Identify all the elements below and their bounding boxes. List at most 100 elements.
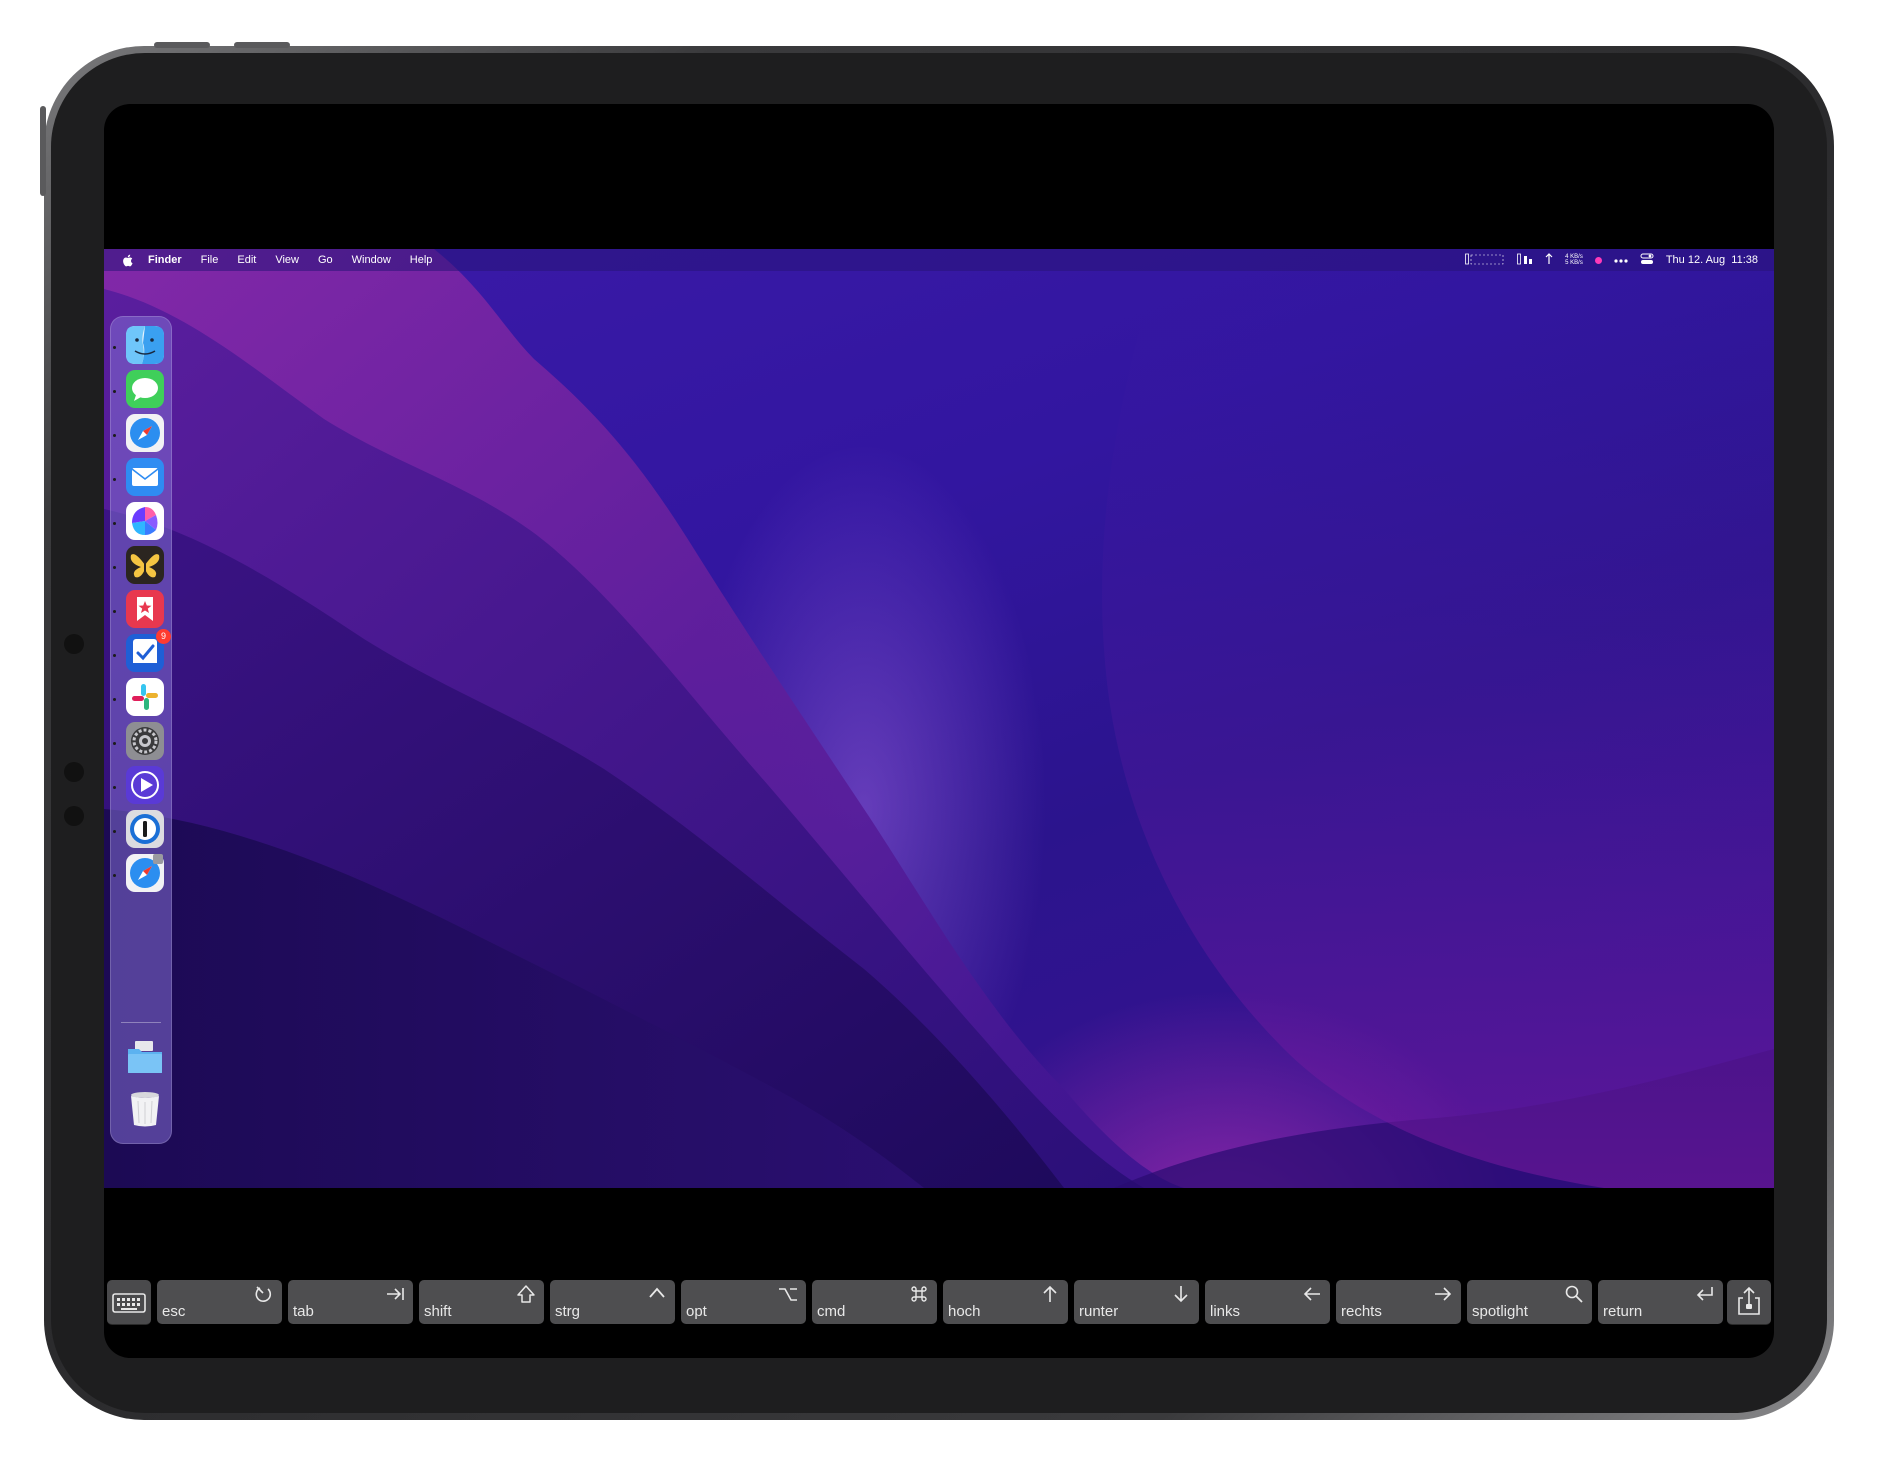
dock-item-infuse[interactable] bbox=[125, 765, 165, 805]
dock-item-downloads[interactable] bbox=[125, 1037, 165, 1077]
dock-item-safari-preview[interactable] bbox=[125, 853, 165, 893]
return-icon bbox=[1695, 1284, 1715, 1304]
search-icon bbox=[1564, 1284, 1584, 1304]
menu-file[interactable]: File bbox=[201, 254, 219, 266]
key-rechts[interactable]: rechts bbox=[1336, 1280, 1461, 1324]
key-label: cmd bbox=[817, 1303, 846, 1320]
safari-preview-icon bbox=[126, 854, 164, 892]
dock-item-messages[interactable] bbox=[125, 369, 165, 409]
running-indicator bbox=[113, 346, 116, 349]
more-icon[interactable] bbox=[1614, 254, 1628, 266]
messages-icon bbox=[126, 370, 164, 408]
arrow-right-icon bbox=[1433, 1284, 1453, 1304]
settings-icon bbox=[126, 722, 164, 760]
key-runter[interactable]: runter bbox=[1074, 1280, 1199, 1324]
menu-window[interactable]: Window bbox=[352, 254, 391, 266]
control-icon bbox=[647, 1284, 667, 1304]
recording-indicator-icon bbox=[1594, 256, 1602, 264]
keyboard-icon bbox=[112, 1293, 146, 1313]
dock-item-safari[interactable] bbox=[125, 413, 165, 453]
running-indicator bbox=[113, 566, 116, 569]
key-label: return bbox=[1603, 1303, 1643, 1320]
dock-item-slack[interactable] bbox=[125, 677, 165, 717]
dock-item-system-preferences[interactable] bbox=[125, 721, 165, 761]
slack-icon bbox=[126, 678, 164, 716]
key-cmd[interactable]: cmd bbox=[812, 1280, 937, 1324]
craft-icon bbox=[126, 502, 164, 540]
arrow-left-icon bbox=[1302, 1284, 1322, 1304]
goodlinks-icon bbox=[126, 590, 164, 628]
keyboard-toggle-button[interactable] bbox=[107, 1280, 151, 1325]
dock-item-butterfly-app[interactable] bbox=[125, 545, 165, 585]
play-icon bbox=[126, 766, 164, 804]
connector-dot bbox=[64, 762, 84, 782]
shortcut-bar: esc tab shift strg opt cmd hoch runter l… bbox=[104, 1280, 1774, 1332]
running-indicator bbox=[113, 874, 116, 877]
menu-extras: 4 KB/s 5 KB/s Thu 12. Aug 11:38 bbox=[1465, 249, 1758, 271]
dock-item-finder[interactable] bbox=[125, 325, 165, 365]
dock-separator bbox=[121, 1022, 161, 1023]
key-label: tab bbox=[293, 1303, 314, 1320]
power-button bbox=[40, 106, 46, 196]
key-label: rechts bbox=[1341, 1303, 1382, 1320]
key-label: spotlight bbox=[1472, 1303, 1528, 1320]
trash-icon bbox=[131, 1092, 159, 1127]
dock-item-mail[interactable] bbox=[125, 457, 165, 497]
menu-time: 11:38 bbox=[1731, 254, 1758, 266]
running-indicator bbox=[113, 742, 116, 745]
menu-help[interactable]: Help bbox=[410, 254, 433, 266]
control-center-icon[interactable] bbox=[1640, 253, 1654, 268]
key-label: opt bbox=[686, 1303, 707, 1320]
menu-view[interactable]: View bbox=[275, 254, 299, 266]
running-indicator bbox=[113, 830, 116, 833]
running-indicator bbox=[113, 434, 116, 437]
running-indicator bbox=[113, 390, 116, 393]
key-label: strg bbox=[555, 1303, 581, 1320]
key-shift[interactable]: shift bbox=[419, 1280, 544, 1324]
mail-icon bbox=[126, 458, 164, 496]
share-button[interactable] bbox=[1727, 1280, 1771, 1325]
key-strg[interactable]: strg bbox=[550, 1280, 675, 1324]
key-hoch[interactable]: hoch bbox=[943, 1280, 1068, 1324]
dock-item-trash[interactable] bbox=[125, 1089, 165, 1129]
folder-icon bbox=[128, 1041, 162, 1073]
key-spotlight[interactable]: spotlight bbox=[1467, 1280, 1592, 1324]
dock-item-craft[interactable] bbox=[125, 501, 165, 541]
key-tab[interactable]: tab bbox=[288, 1280, 413, 1324]
running-indicator bbox=[113, 522, 116, 525]
key-label: hoch bbox=[948, 1303, 981, 1320]
key-label: esc bbox=[162, 1303, 186, 1320]
arrow-down-icon bbox=[1171, 1284, 1191, 1304]
network-speed[interactable]: 4 KB/s 5 KB/s bbox=[1565, 254, 1583, 266]
menu-go[interactable]: Go bbox=[318, 254, 333, 266]
menu-edit[interactable]: Edit bbox=[237, 254, 256, 266]
option-icon bbox=[778, 1284, 798, 1304]
dock-item-tasks[interactable]: 9 bbox=[125, 629, 171, 673]
key-return[interactable]: return bbox=[1598, 1280, 1723, 1324]
wallpaper bbox=[104, 249, 1774, 1188]
running-indicator bbox=[113, 786, 116, 789]
running-indicator bbox=[113, 478, 116, 481]
dock-item-goodlinks[interactable] bbox=[125, 589, 165, 629]
key-links[interactable]: links bbox=[1205, 1280, 1330, 1324]
tab-icon bbox=[385, 1284, 405, 1304]
memory-graph-icon[interactable] bbox=[1517, 253, 1533, 268]
network-download: 5 KB/s bbox=[1565, 260, 1583, 266]
key-opt[interactable]: opt bbox=[681, 1280, 806, 1324]
menu-clock[interactable]: Thu 12. Aug 11:38 bbox=[1666, 254, 1758, 266]
dock-item-1password[interactable] bbox=[125, 809, 165, 849]
sensor-icon[interactable] bbox=[1545, 252, 1553, 268]
key-label: shift bbox=[424, 1303, 452, 1320]
cpu-graph-icon[interactable] bbox=[1465, 253, 1505, 268]
mac-desktop: Finder File Edit View Go Window Help 4 K… bbox=[104, 249, 1774, 1188]
running-indicator bbox=[113, 698, 116, 701]
key-esc[interactable]: esc bbox=[157, 1280, 282, 1324]
running-indicator bbox=[113, 654, 116, 657]
menu-bar: Finder File Edit View Go Window Help 4 K… bbox=[104, 249, 1774, 271]
butterfly-icon bbox=[126, 546, 164, 584]
menu-app-name[interactable]: Finder bbox=[148, 254, 182, 266]
volume-button-top bbox=[154, 42, 210, 48]
apple-icon[interactable] bbox=[122, 254, 136, 267]
shift-icon bbox=[516, 1284, 536, 1304]
menu-date: Thu 12. Aug bbox=[1665, 254, 1726, 266]
